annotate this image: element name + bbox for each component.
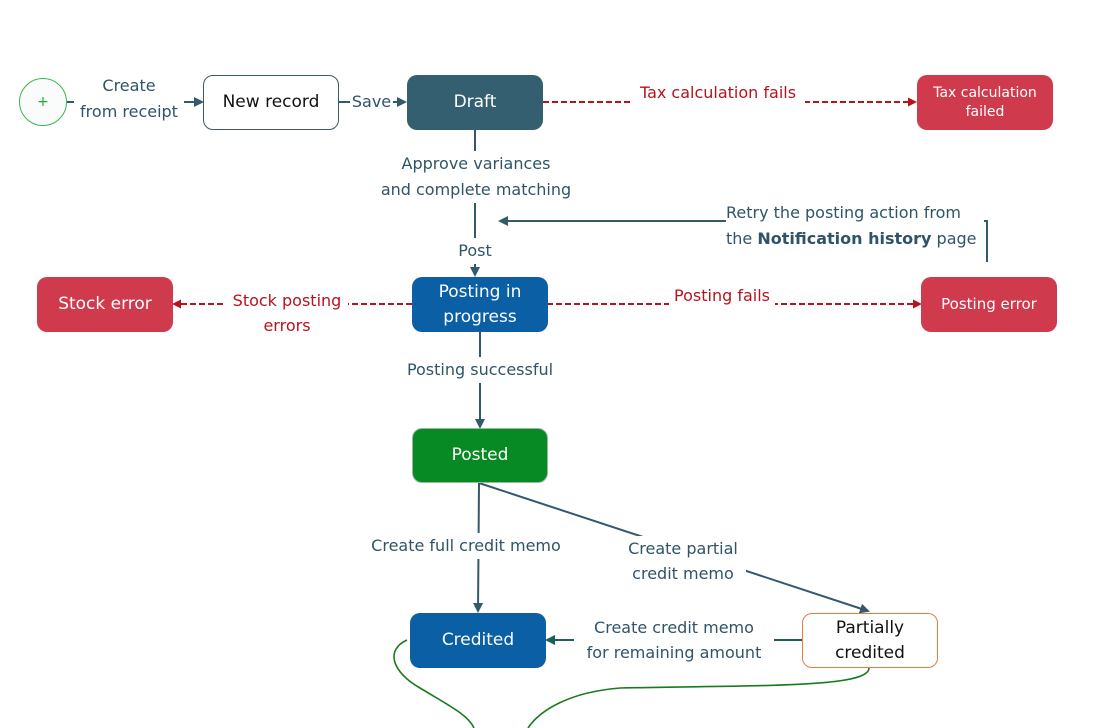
label-line: Create	[102, 76, 156, 95]
label-line: Create credit memo	[594, 618, 754, 637]
label-line: errors	[263, 316, 311, 335]
node-label: Posted	[451, 445, 509, 466]
label-line: Retry the posting action from	[726, 203, 961, 222]
node-posted[interactable]: Posted	[412, 428, 548, 483]
node-tax-calculation-failed[interactable]: Tax calculation failed	[917, 75, 1053, 130]
start-node[interactable]: +	[19, 78, 67, 126]
curve-partial-exit	[527, 667, 870, 728]
label-text: page	[931, 229, 977, 248]
label-line: and complete matching	[380, 180, 572, 199]
label-line: Approve variances	[401, 154, 551, 173]
label-partial-credit-memo: Create partial credit memo	[620, 536, 746, 586]
node-new-record[interactable]: New record	[203, 75, 339, 130]
node-label: Stock error	[58, 294, 152, 315]
label-remaining-amount: Create credit memo for remaining amount	[574, 615, 774, 665]
node-posting-error[interactable]: Posting error	[921, 277, 1057, 332]
node-posting-in-progress[interactable]: Posting in progress	[412, 277, 548, 332]
node-label: Draft	[453, 92, 497, 113]
node-label-line2: progress	[443, 306, 517, 327]
node-label: New record	[222, 92, 320, 113]
node-label-line1: Partially	[835, 617, 905, 638]
label-save: Save	[350, 89, 393, 115]
node-draft[interactable]: Draft	[407, 75, 543, 130]
node-label: Posting error	[941, 294, 1037, 313]
label-posting-successful: Posting successful	[398, 357, 562, 383]
node-stock-error[interactable]: Stock error	[37, 277, 173, 332]
label-post: Post	[452, 238, 498, 264]
node-partially-credited[interactable]: Partially credited	[802, 613, 938, 668]
label-line: credit memo	[632, 564, 734, 583]
label-full-credit-memo: Create full credit memo	[360, 533, 572, 559]
label-approve-variances: Approve variances and complete matching	[370, 151, 582, 203]
label-line: from receipt	[80, 102, 178, 121]
label-stock-posting-errors: Stock posting errors	[226, 288, 348, 338]
label-create-from-receipt: Create from receipt	[74, 73, 184, 125]
label-retry: Retry the posting action from the Notifi…	[726, 200, 984, 252]
node-label-line2: failed	[965, 103, 1005, 120]
label-posting-fails: Posting fails	[669, 283, 775, 309]
label-line: Stock posting	[232, 291, 342, 310]
node-label-line1: Tax calculation	[933, 85, 1037, 102]
node-label-line2: credited	[835, 642, 905, 663]
label-tax-fails: Tax calculation fails	[631, 80, 805, 106]
label-line: for remaining amount	[586, 643, 762, 662]
label-line: Create partial	[628, 539, 738, 558]
node-credited[interactable]: Credited	[410, 613, 546, 668]
node-label: Credited	[441, 630, 515, 651]
node-label-line1: Posting in	[438, 281, 522, 302]
plus-icon: +	[37, 94, 49, 110]
label-line: the Notification history page	[726, 226, 984, 252]
label-text: the	[726, 229, 758, 248]
notification-history-link-text: Notification history	[757, 229, 932, 248]
